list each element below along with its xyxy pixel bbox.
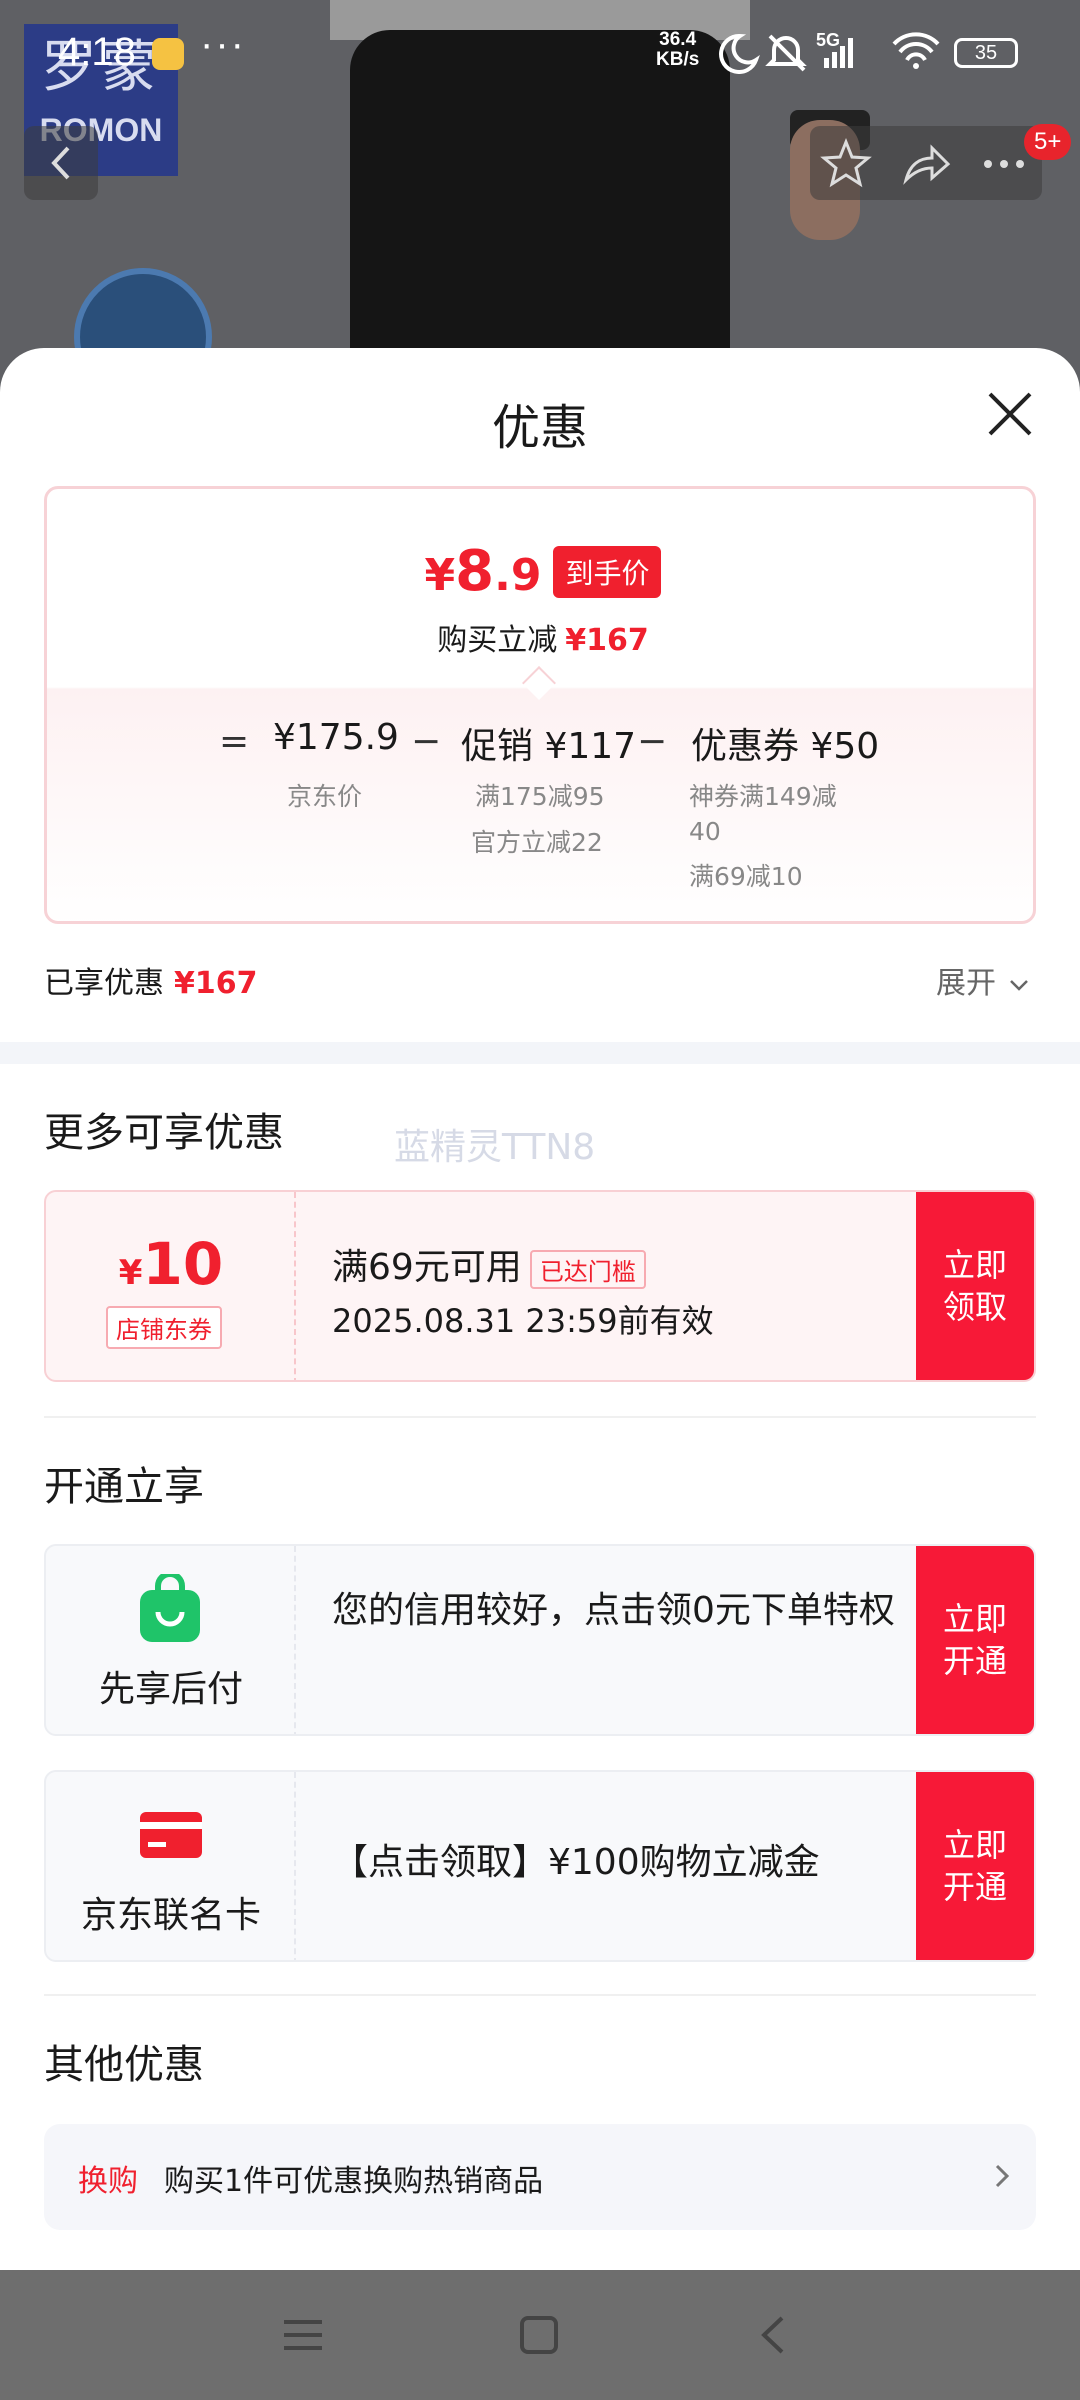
final-price-tag: 到手价 <box>553 545 662 598</box>
section-separator <box>0 1042 1080 1064</box>
equals-sign: = <box>219 721 250 762</box>
co-brand-card-block: 京东联名卡 <box>46 1772 296 1960</box>
coupon-detail-1: 神券满149减 <box>689 782 837 811</box>
share-icon[interactable] <box>898 136 954 192</box>
price-breakdown-card: ¥8.9 到手价 购买立减 ¥167 = ¥175.9 京东价 − 促销 ¥117 … <box>44 486 1036 924</box>
claim-coupon-label: 立即领取 <box>942 1246 1007 1326</box>
coupon-condition: 满69元可用 <box>332 1247 522 1288</box>
divider <box>44 1994 1036 1996</box>
coupon-type: 店铺东券 <box>106 1306 222 1349</box>
back-button[interactable] <box>24 126 98 200</box>
close-icon[interactable] <box>982 386 1038 442</box>
final-price: ¥8.9 <box>425 539 542 604</box>
instant-reduce-row: 购买立减 ¥167 <box>47 615 1039 659</box>
final-price-currency: ¥ <box>424 550 456 601</box>
moon-icon <box>719 33 760 74</box>
final-price-row: ¥8.9 到手价 <box>47 539 1039 604</box>
pay-later-offer: 先享后付 您的信用较好，点击领0元下单特权 立即开通 <box>44 1544 1036 1736</box>
mute-icon <box>765 34 807 72</box>
enjoyed-amount: ¥167 <box>174 966 258 1001</box>
net-speed-value: 36.4 <box>659 29 697 50</box>
notification-icon <box>152 38 184 70</box>
net-speed-unit: KB/s <box>656 49 700 70</box>
star-icon[interactable] <box>818 136 874 192</box>
wifi-icon <box>892 32 940 69</box>
minus-sign-1: − <box>411 721 442 762</box>
chevron-left-icon <box>51 146 70 180</box>
card-notch <box>522 666 556 700</box>
coupon-amount: 优惠券 ¥50 <box>691 726 880 767</box>
message-badge: 5+ <box>1024 124 1072 160</box>
co-brand-card-offer: 京东联名卡 【点击领取】¥100购物立减金 立即开通 <box>44 1770 1036 1962</box>
status-bar: 4:18 ··· 36.4 KB/s 5G 35 <box>0 0 1080 100</box>
open-benefits-title: 开通立享 <box>44 1464 204 1510</box>
minus-sign-2: − <box>637 721 668 762</box>
trade-in-offer[interactable]: 换购 购买1件可优惠换购热销商品 <box>44 2124 1036 2230</box>
promo-detail-2: 官方立减22 <box>471 828 603 857</box>
instant-reduce-amount: ¥167 <box>565 623 649 658</box>
promo-detail-1: 满175减95 <box>475 782 605 811</box>
coupon-value: ¥10 <box>46 1230 296 1298</box>
coupon-validity: 2025.08.31 23:59前有效 <box>332 1302 714 1340</box>
instant-reduce-label: 购买立减 <box>437 623 558 658</box>
open-pay-later-label: 立即开通 <box>942 1600 1007 1680</box>
coupon-condition-row: 满69元可用 已达门槛 <box>332 1238 646 1290</box>
trade-in-tag: 换购 <box>78 2164 138 2199</box>
pay-later-label: 先享后付 <box>98 1669 243 1710</box>
final-price-int: 8 <box>455 539 495 604</box>
signal-label: 5G <box>816 30 840 50</box>
system-nav-bar <box>0 2270 1080 2400</box>
coupon-detail-3: 满69减10 <box>689 862 803 891</box>
chevron-down-icon <box>1009 979 1028 991</box>
open-co-brand-card-label: 立即开通 <box>942 1826 1007 1906</box>
top-action-group <box>810 126 1042 200</box>
store-coupon: ¥10 店铺东券 满69元可用 已达门槛 2025.08.31 23:59前有效 … <box>44 1190 1036 1382</box>
discount-sheet: 优惠 ¥8.9 到手价 购买立减 ¥167 = ¥175.9 京东价 − 促销 ¥1… <box>0 348 1080 2270</box>
more-offers-title: 更多可享优惠 <box>44 1110 284 1156</box>
threshold-reached-badge: 已达门槛 <box>529 1249 646 1289</box>
trade-in-text: 购买1件可优惠换购热销商品 <box>164 2164 544 2199</box>
coupon-value-block: ¥10 店铺东券 <box>46 1192 296 1380</box>
promo-amount: 促销 ¥117 <box>461 726 637 767</box>
expand-button[interactable]: 展开 <box>936 958 1032 1002</box>
enjoyed-label: 已享优惠 <box>44 966 164 1001</box>
coupon-detail-2: 40 <box>689 817 721 846</box>
final-price-dec: .9 <box>494 550 542 601</box>
divider <box>44 1416 1036 1418</box>
expand-label: 展开 <box>936 966 996 1001</box>
home-icon[interactable] <box>516 2312 562 2358</box>
co-brand-card-label: 京东联名卡 <box>80 1895 261 1936</box>
chevron-right-icon <box>995 2164 1010 2188</box>
status-more: ··· <box>200 22 246 66</box>
enjoyed-discount: 已享优惠 ¥167 <box>44 958 258 1002</box>
status-time: 4:18 <box>58 30 136 74</box>
co-brand-card-desc: 【点击领取】¥100购物立减金 <box>332 1842 820 1883</box>
sheet-title: 优惠 <box>491 400 588 456</box>
jd-price: ¥175.9 <box>273 717 399 758</box>
pay-later-desc: 您的信用较好，点击领0元下单特权 <box>332 1590 895 1631</box>
coupon-value-number: 10 <box>142 1230 224 1298</box>
shopping-bag-icon <box>140 1574 200 1642</box>
open-co-brand-card-button[interactable]: 立即开通 <box>916 1772 1034 1960</box>
menu-icon[interactable] <box>280 2312 326 2358</box>
pay-later-block: 先享后付 <box>46 1546 296 1734</box>
claim-coupon-button[interactable]: 立即领取 <box>916 1192 1034 1380</box>
other-offers-title: 其他优惠 <box>44 2042 204 2088</box>
watermark: 蓝精灵TTN8 <box>394 1127 596 1168</box>
coupon-currency: ¥ <box>118 1253 143 1293</box>
open-pay-later-button[interactable]: 立即开通 <box>916 1546 1034 1734</box>
credit-card-icon <box>140 1812 202 1858</box>
battery-icon: 35 <box>954 38 1018 68</box>
back-icon[interactable] <box>752 2312 798 2358</box>
jd-price-label: 京东价 <box>287 782 363 811</box>
net-speed: 36.4 KB/s <box>656 30 699 70</box>
